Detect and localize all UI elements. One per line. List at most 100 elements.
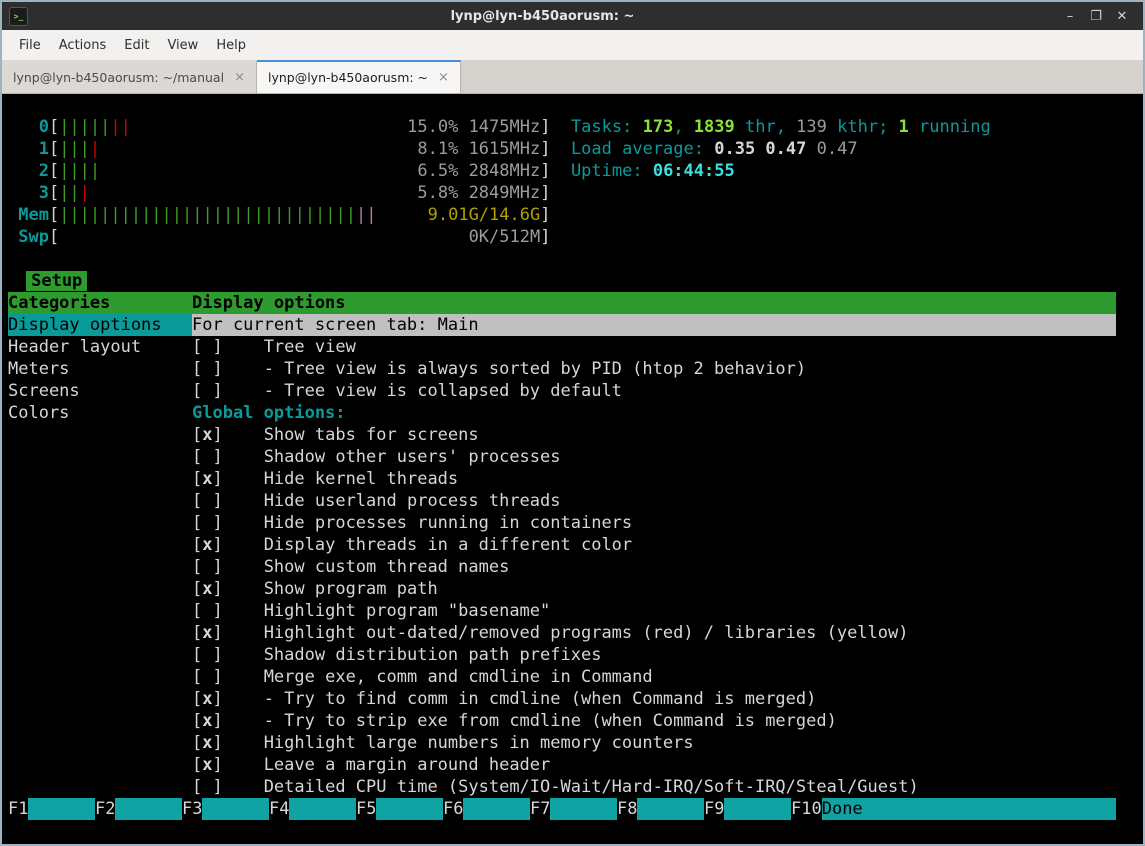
option-row-hide-kernel-threads[interactable]: [x] Hide kernel threads bbox=[8, 468, 1143, 490]
window-buttons: –❐✕ bbox=[1057, 9, 1135, 24]
option-label: Highlight program "basename" bbox=[264, 601, 551, 621]
option-row-show-tabs[interactable]: [x] Show tabs for screens bbox=[8, 424, 1143, 446]
checkbox[interactable]: [ ] bbox=[192, 337, 223, 357]
option-row-tree-view[interactable]: Header layout[ ]Tree view bbox=[8, 336, 1143, 358]
checkbox[interactable]: [x] bbox=[192, 425, 223, 445]
category-display-options[interactable]: Display options bbox=[8, 314, 192, 336]
checkbox[interactable]: [x] bbox=[192, 623, 223, 643]
checkbox[interactable]: [ ] bbox=[192, 667, 223, 687]
checkbox[interactable]: [ ] bbox=[192, 491, 223, 511]
cpu3-label: 3 bbox=[8, 182, 49, 204]
option-row-shadow-path-prefixes[interactable]: [ ]Shadow distribution path prefixes bbox=[8, 644, 1143, 666]
category-meters[interactable]: Meters bbox=[8, 358, 192, 380]
option-row-show-program-path[interactable]: [x]Show program path bbox=[8, 578, 1143, 600]
checkbox[interactable]: [x] bbox=[192, 535, 223, 555]
bracket: [ bbox=[49, 117, 59, 137]
fnkey-f8[interactable]: F8 bbox=[617, 798, 704, 820]
checkbox[interactable]: [x] bbox=[192, 755, 223, 775]
fnkey-f10-done[interactable]: F10Done bbox=[791, 798, 1116, 820]
setup-title: Setup bbox=[26, 271, 87, 291]
option-row-strip-exe[interactable]: [x]- Try to strip exe from cmdline (when… bbox=[8, 710, 1143, 732]
fnkey-f9[interactable]: F9 bbox=[704, 798, 791, 820]
menu-edit[interactable]: Edit bbox=[115, 35, 158, 56]
load-average-stat: Load average: 0.35 0.47 0.47 bbox=[571, 139, 858, 159]
uptime-stat: Uptime: 06:44:55 bbox=[571, 161, 735, 181]
checkbox[interactable]: [x] bbox=[192, 469, 223, 489]
titlebar[interactable]: >_ lynp@lyn-b450aorusm: ~ –❐✕ bbox=[2, 2, 1143, 30]
checkbox[interactable]: [ ] bbox=[192, 601, 223, 621]
checkbox[interactable]: [ ] bbox=[192, 447, 223, 467]
option-row-highlight-large-numbers[interactable]: [x]Highlight large numbers in memory cou… bbox=[8, 732, 1143, 754]
bracket: [ bbox=[49, 227, 59, 247]
option-label: Hide kernel threads bbox=[264, 469, 458, 489]
fnkey-f3[interactable]: F3 bbox=[182, 798, 269, 820]
fnkey-f5[interactable]: F5 bbox=[356, 798, 443, 820]
fnkey-f7[interactable]: F7 bbox=[530, 798, 617, 820]
checkbox[interactable]: [ ] bbox=[192, 777, 223, 797]
fnkey-f1[interactable]: F1 bbox=[8, 798, 95, 820]
blank-row bbox=[8, 248, 1143, 270]
option-row-shadow-users[interactable]: [ ]Shadow other users' processes bbox=[8, 446, 1143, 468]
option-row-highlight-outdated[interactable]: [x]Highlight out-dated/removed programs … bbox=[8, 622, 1143, 644]
option-row-display-threads-color[interactable]: [x]Display threads in a different color bbox=[8, 534, 1143, 556]
cpu0-bar: |||||||15.0% 1475MHz bbox=[59, 116, 540, 138]
tab-home-active[interactable]: lynp@lyn-b450aorusm: ~× bbox=[257, 60, 461, 93]
checkbox-mark: x bbox=[202, 424, 212, 446]
maximize-icon[interactable]: ❐ bbox=[1083, 9, 1109, 24]
close-icon[interactable]: ✕ bbox=[1109, 9, 1135, 24]
global-options-row: ColorsGlobal options: bbox=[8, 402, 1143, 424]
checkbox-mark bbox=[202, 380, 212, 402]
cpu-bar-normal: ||||| bbox=[59, 116, 110, 138]
cpu1-label: 1 bbox=[8, 138, 49, 160]
global-options-header: Global options: bbox=[192, 403, 346, 423]
bracket: ] bbox=[540, 117, 550, 137]
checkbox[interactable]: [x] bbox=[192, 733, 223, 753]
fnkey-f6[interactable]: F6 bbox=[443, 798, 530, 820]
category-screens[interactable]: Screens bbox=[8, 380, 192, 402]
checkbox[interactable]: [ ] bbox=[192, 557, 223, 577]
checkbox[interactable]: [ ] bbox=[192, 513, 223, 533]
option-row-margin-around-header[interactable]: [x]Leave a margin around header bbox=[8, 754, 1143, 776]
option-row-find-comm[interactable]: [x]- Try to find comm in cmdline (when C… bbox=[8, 688, 1143, 710]
option-row-hide-userland-threads[interactable]: [ ]Hide userland process threads bbox=[8, 490, 1143, 512]
cpu0-meter-row: 0[|||||||15.0% 1475MHz]Tasks: 173, 1839 … bbox=[8, 116, 1143, 138]
option-row-highlight-basename[interactable]: [ ] Highlight program "basename" bbox=[8, 600, 1143, 622]
option-row-tree-sorted[interactable]: Meters[ ] - Tree view is always sorted by… bbox=[8, 358, 1143, 380]
option-label: - Tree view is always sorted by PID (hto… bbox=[264, 359, 806, 379]
category-header-layout[interactable]: Header layout bbox=[8, 336, 192, 358]
checkbox[interactable]: [ ] bbox=[192, 359, 223, 379]
option-row-tree-collapsed[interactable]: Screens[ ] - Tree view is collapsed by de… bbox=[8, 380, 1143, 402]
tab-close-icon[interactable]: × bbox=[438, 70, 449, 85]
cpu2-value: 6.5% 2848MHz bbox=[417, 160, 540, 182]
menu-actions[interactable]: Actions bbox=[50, 35, 116, 56]
category-colors[interactable]: Colors bbox=[8, 402, 192, 424]
option-label: - Tree view is collapsed by default bbox=[264, 381, 622, 401]
tab-manual[interactable]: lynp@lyn-b450aorusm: ~/manual× bbox=[2, 60, 257, 93]
checkbox-mark: x bbox=[202, 710, 212, 732]
option-row-hide-container-processes[interactable]: [ ]Hide processes running in containers bbox=[8, 512, 1143, 534]
menu-file[interactable]: File bbox=[10, 35, 50, 56]
minimize-icon[interactable]: – bbox=[1057, 9, 1083, 24]
checkbox[interactable]: [ ] bbox=[192, 381, 223, 401]
screen-tab-line[interactable]: For current screen tab: Main bbox=[192, 314, 1116, 336]
menu-help[interactable]: Help bbox=[207, 35, 255, 56]
fnkey-f4[interactable]: F4 bbox=[269, 798, 356, 820]
tab-bar: lynp@lyn-b450aorusm: ~/manual× lynp@lyn-… bbox=[2, 60, 1143, 94]
checkbox-mark bbox=[202, 512, 212, 534]
checkbox-mark bbox=[202, 358, 212, 380]
checkbox[interactable]: [ ] bbox=[192, 645, 223, 665]
option-row-merge-exe-comm[interactable]: [ ]Merge exe, comm and cmdline in Comman… bbox=[8, 666, 1143, 688]
checkbox[interactable]: [x] bbox=[192, 711, 223, 731]
tab-close-icon[interactable]: × bbox=[234, 70, 245, 85]
fnkey-f2[interactable]: F2 bbox=[95, 798, 182, 820]
option-row-detailed-cpu-time[interactable]: [ ]Detailed CPU time (System/IO-Wait/Har… bbox=[8, 776, 1143, 798]
menu-view[interactable]: View bbox=[158, 35, 207, 56]
htop-setup-screen: 0[|||||||15.0% 1475MHz]Tasks: 173, 1839 … bbox=[2, 94, 1143, 844]
option-row-custom-thread-names[interactable]: [ ] Show custom thread names bbox=[8, 556, 1143, 578]
option-label: Show tabs for screens bbox=[264, 425, 479, 445]
checkbox-mark: x bbox=[202, 732, 212, 754]
option-label: Show custom thread names bbox=[264, 557, 510, 577]
checkbox-mark bbox=[202, 490, 212, 512]
checkbox[interactable]: [x] bbox=[192, 689, 223, 709]
checkbox[interactable]: [x] bbox=[192, 579, 223, 599]
